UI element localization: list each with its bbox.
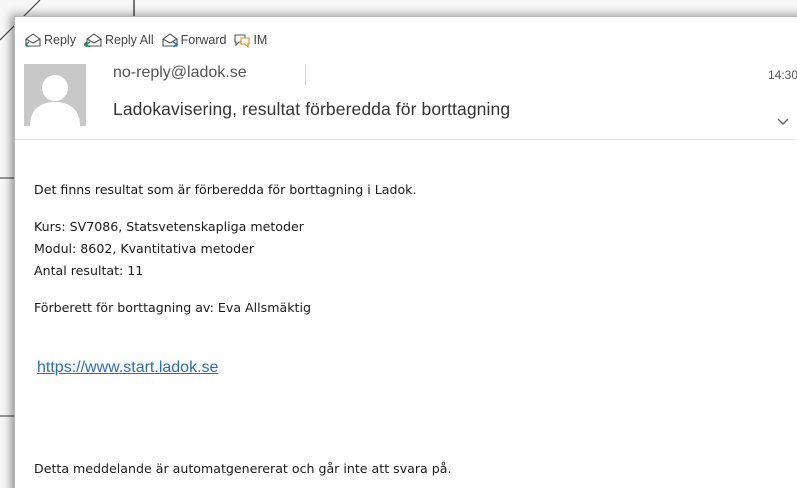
reply-icon [25, 33, 41, 47]
body-prepared-by: Förberett för borttagning av: Eva Allsmä… [34, 300, 311, 315]
reply-button[interactable]: Reply [25, 33, 76, 47]
email-subject: Ladokavisering, resultat förberedda för … [113, 99, 511, 119]
chevron-down-icon [777, 118, 789, 125]
body-module: Modul: 8602, Kvantitativa metoder [34, 241, 255, 256]
body-intro: Det finns resultat som är förberedda för… [34, 182, 417, 197]
forward-label: Forward [180, 33, 227, 47]
forward-icon [162, 33, 178, 47]
sender-address[interactable]: no-reply@ladok.se [113, 64, 247, 82]
body-count: Antal resultat: 11 [34, 263, 144, 278]
header-separator [15, 139, 795, 140]
expand-header-button[interactable] [777, 113, 789, 131]
reply-all-button[interactable]: Reply All [83, 33, 154, 47]
person-icon [30, 75, 80, 126]
body-course: Kurs: SV7086, Statsvetenskapliga metoder [34, 219, 304, 234]
im-label: IM [253, 33, 268, 47]
received-time: 14:30 [768, 68, 797, 82]
auto-generated-note: Detta meddelande är automatgenererat och… [34, 461, 452, 476]
im-icon [234, 33, 251, 48]
ladok-link[interactable]: https://www.start.ladok.se [37, 359, 218, 377]
email-reading-pane: Reply Reply All Forward IM no-reply@lado… [14, 16, 797, 488]
reply-label: Reply [44, 33, 76, 47]
sender-avatar [24, 64, 86, 126]
reply-all-icon [83, 33, 102, 47]
header-divider [305, 64, 306, 86]
forward-button[interactable]: Forward [162, 33, 227, 47]
im-button[interactable]: IM [234, 33, 267, 48]
message-toolbar: Reply Reply All Forward IM [25, 30, 275, 50]
screenshot-stage: Reply Reply All Forward IM no-reply@lado… [0, 0, 797, 488]
reply-all-label: Reply All [104, 33, 154, 47]
email-body: Det finns resultat som är förberedda för… [34, 179, 416, 319]
